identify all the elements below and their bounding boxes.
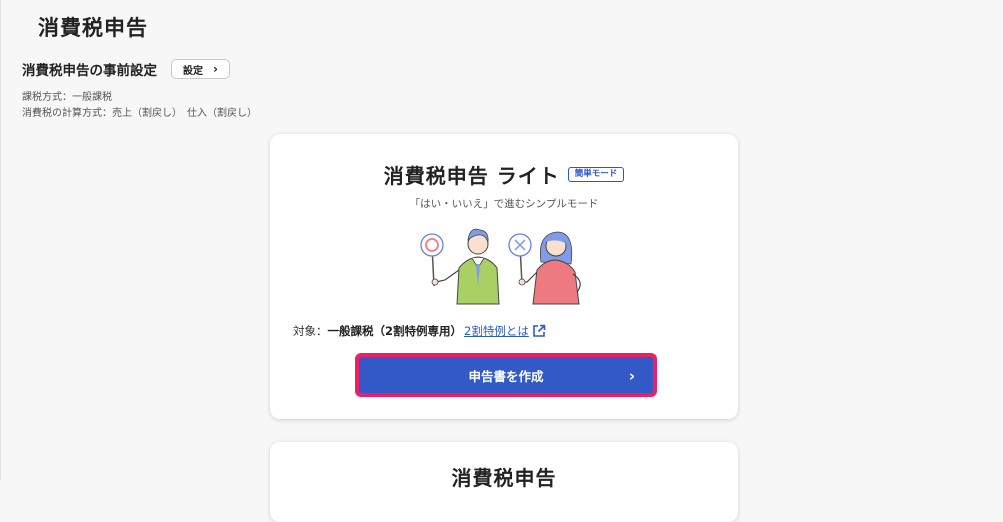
tax-method-text: 課税方式：一般課税: [22, 92, 112, 103]
chevron-right-icon: ›: [628, 367, 635, 385]
chevron-right-icon: ›: [213, 62, 218, 76]
target-prefix: 対象：: [293, 324, 328, 338]
external-link-icon[interactable]: [532, 324, 546, 338]
lite-card-header: 消費税申告 ライト 簡単モード: [270, 160, 738, 189]
target-value: 一般課税（2割特例専用）: [327, 324, 463, 338]
lite-card: 消費税申告 ライト 簡単モード 「はい・いいえ」で進むシンプルモード 対象： 一…: [270, 134, 738, 419]
standard-card-title: 消費税申告: [451, 466, 557, 490]
mode-badge: 簡単モード: [567, 167, 625, 182]
target-row: 対象： 一般課税（2割特例専用） 2割特例とは: [293, 323, 546, 339]
page-title: 消費税申告: [38, 16, 148, 40]
special-rule-link[interactable]: 2割特例とは: [464, 323, 529, 339]
lite-card-subtitle: 「はい・いいえ」で進むシンプルモード: [409, 198, 599, 210]
standard-card: 消費税申告: [270, 442, 738, 522]
pre-settings-label: 消費税申告の事前設定: [22, 63, 157, 79]
lite-card-title: 消費税申告 ライト: [383, 164, 560, 188]
settings-button[interactable]: 設定 ›: [171, 59, 230, 79]
yes-no-illustration: [420, 228, 581, 305]
left-divider: [0, 0, 1, 480]
settings-button-label: 設定: [183, 65, 204, 77]
pre-settings-row: 消費税申告の事前設定 設定 ›: [22, 59, 230, 79]
calc-method-text: 消費税の計算方式：売上（割戻し） 仕入（割戻し）: [22, 108, 257, 119]
create-return-button-label: 申告書を作成: [468, 368, 544, 384]
create-return-button[interactable]: 申告書を作成 ›: [355, 353, 657, 397]
